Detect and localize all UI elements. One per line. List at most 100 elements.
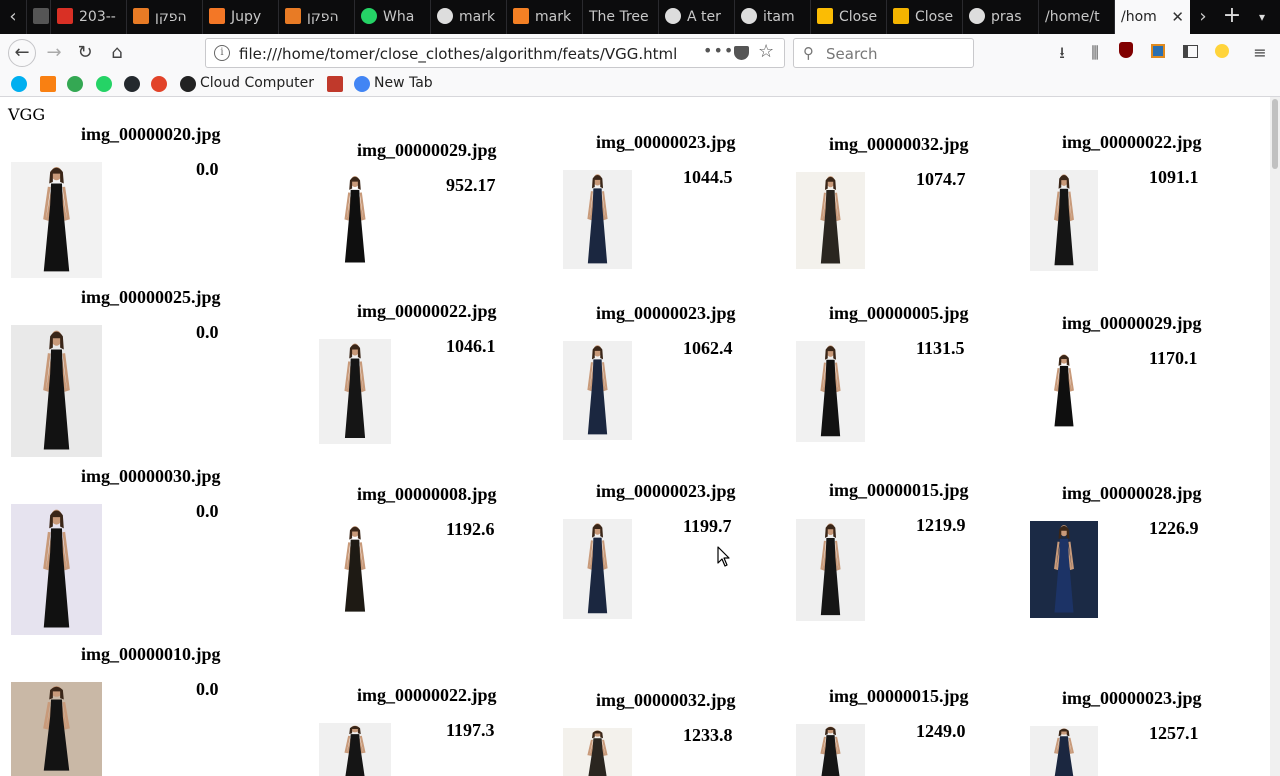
tab[interactable]: itam <box>734 0 810 34</box>
image-filename: img_00000015.jpg <box>829 480 969 500</box>
distance-score: 1091.1 <box>1149 167 1199 187</box>
lightbulb-icon[interactable] <box>1212 42 1232 64</box>
joomla-icon <box>285 8 301 24</box>
distance-score: 1257.1 <box>1149 723 1199 743</box>
list-all-tabs-icon[interactable]: ▾ <box>1250 0 1274 34</box>
downloads-icon[interactable]: ⭳ <box>1052 42 1072 64</box>
dress-thumbnail <box>11 504 102 635</box>
distance-score: 1074.7 <box>916 169 966 189</box>
paperspace-icon[interactable] <box>180 76 196 92</box>
search-icon: ⚲ <box>803 44 814 62</box>
sidebar-icon[interactable] <box>1180 42 1200 64</box>
image-filename: img_00000028.jpg <box>1062 483 1202 503</box>
dress-thumbnail <box>319 172 391 268</box>
page-actions-icon[interactable]: ••• <box>703 41 734 60</box>
dress-thumbnail <box>563 341 632 440</box>
reload-icon[interactable]: ↻ <box>73 41 97 65</box>
library-icon[interactable]: ⫼ <box>1085 42 1105 64</box>
tab[interactable]: Close <box>810 0 886 34</box>
home-icon[interactable]: ⌂ <box>105 41 129 65</box>
tab-label: 203-- <box>79 9 116 25</box>
tab[interactable]: Close <box>886 0 962 34</box>
image-filename: img_00000022.jpg <box>1062 132 1202 152</box>
scrollbar-thumb[interactable] <box>1272 99 1278 169</box>
gitlab-icon[interactable] <box>151 76 167 92</box>
search-input[interactable]: ⚲ Search <box>793 38 974 68</box>
tab-label: Jupy <box>231 9 262 25</box>
image-filename: img_00000022.jpg <box>357 685 497 705</box>
dress-thumbnail <box>11 682 102 776</box>
mouse-cursor-icon <box>717 546 730 567</box>
tab[interactable]: A ter <box>658 0 734 34</box>
github-icon[interactable] <box>124 76 140 92</box>
distance-score: 1046.1 <box>446 336 496 356</box>
tab[interactable]: The Tree <box>582 0 658 34</box>
tab[interactable]: mark <box>430 0 506 34</box>
new-tab-button[interactable]: + <box>1220 0 1244 34</box>
image-filename: img_00000029.jpg <box>1062 313 1202 333</box>
skype-icon[interactable] <box>11 76 27 92</box>
scroll-tabs-right-icon[interactable]: › <box>1190 0 1216 34</box>
dress-thumbnail <box>1030 170 1098 271</box>
github-icon <box>665 8 681 24</box>
tab-label: A ter <box>687 9 721 25</box>
dress-thumbnail <box>796 519 865 621</box>
tab[interactable]: Jupy <box>202 0 278 34</box>
scroll-tabs-left-icon[interactable]: ‹ <box>0 0 26 34</box>
tab[interactable]: 203-- <box>50 0 126 34</box>
tab[interactable]: Wha <box>354 0 430 34</box>
dress-thumbnail <box>11 325 102 457</box>
image-filename: img_00000025.jpg <box>81 287 221 307</box>
google-slides-icon <box>893 8 909 24</box>
image-filename: img_00000010.jpg <box>81 644 221 664</box>
image-filename: img_00000022.jpg <box>357 301 497 321</box>
image-filename: img_00000023.jpg <box>596 132 736 152</box>
page-title: VGG <box>8 105 46 124</box>
hamburger-menu-icon[interactable]: ≡ <box>1250 42 1270 64</box>
page-scrollbar[interactable] <box>1270 97 1280 776</box>
url-text[interactable]: file:///home/tomer/close_clothes/algorit… <box>239 45 677 63</box>
distance-score: 1170.1 <box>1149 348 1198 368</box>
back-arrow-icon[interactable]: ← <box>8 39 36 67</box>
distance-score: 1197.3 <box>446 720 495 740</box>
tab-label: הפקן <box>307 9 339 25</box>
tab[interactable]: p <box>26 0 50 34</box>
tab-label: הפקן <box>155 9 187 25</box>
image-filename: img_00000030.jpg <box>81 466 221 486</box>
whatsapp-icon[interactable] <box>96 76 112 92</box>
forward-arrow-icon[interactable]: → <box>42 41 66 65</box>
close-tab-icon[interactable]: ✕ <box>1171 0 1184 34</box>
tab-label: Wha <box>383 9 415 25</box>
github-icon <box>741 8 757 24</box>
tab[interactable]: הפקן <box>126 0 202 34</box>
dress-thumbnail <box>319 723 391 776</box>
tab-strip: ‹ p 203-- הפקן Jupy הפקן Wha mark mark The Tree A… <box>0 0 1280 34</box>
bookmark-star-icon[interactable]: ☆ <box>758 41 774 62</box>
moodle-icon[interactable] <box>40 76 56 92</box>
dress-thumbnail <box>319 339 391 444</box>
extension-icon[interactable] <box>1148 42 1168 64</box>
tab[interactable]: הפקן <box>278 0 354 34</box>
dress-thumbnail <box>796 172 865 269</box>
dress-thumbnail <box>319 522 391 617</box>
ublock-icon[interactable] <box>1116 42 1136 64</box>
bookmark-label[interactable]: New Tab <box>374 75 433 91</box>
distance-score: 0.0 <box>196 679 219 699</box>
distance-score: 1131.5 <box>916 338 965 358</box>
tab[interactable]: mark <box>506 0 582 34</box>
url-bar[interactable]: i file:///home/tomer/close_clothes/algor… <box>205 38 785 68</box>
google-drive-icon[interactable] <box>67 76 83 92</box>
dress-thumbnail <box>796 341 865 442</box>
bookmark-label[interactable]: Cloud Computer <box>200 75 314 91</box>
tab[interactable]: pras <box>962 0 1038 34</box>
tab-active[interactable]: /hom ✕ <box>1114 0 1190 34</box>
image-filename: img_00000015.jpg <box>829 686 969 706</box>
whatsapp-icon <box>361 8 377 24</box>
tab-label: Close <box>915 9 954 25</box>
pocket-icon[interactable] <box>734 46 749 60</box>
google-icon[interactable] <box>354 76 370 92</box>
university-icon[interactable] <box>327 76 343 92</box>
distance-score: 1219.9 <box>916 515 966 535</box>
tab[interactable]: /home/t <box>1038 0 1114 34</box>
site-info-icon[interactable]: i <box>214 45 230 61</box>
